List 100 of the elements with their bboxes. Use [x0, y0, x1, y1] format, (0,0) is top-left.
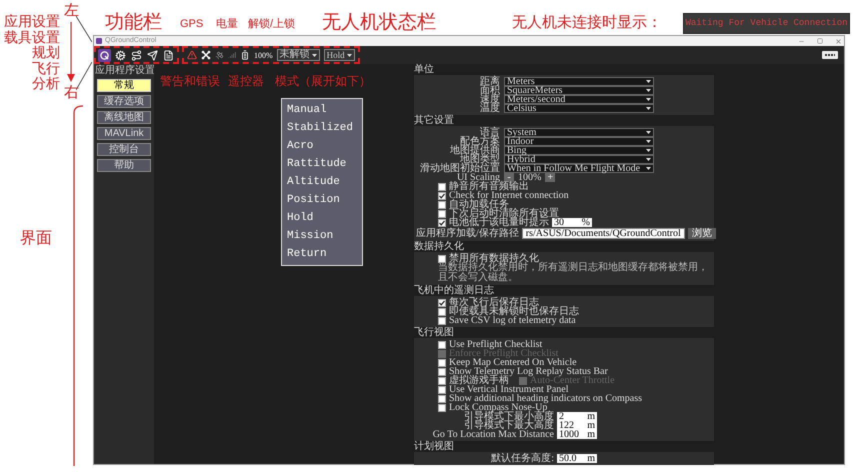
input-field[interactable]: rs/ASUS/Documents/QGroundControl — [522, 228, 685, 239]
satellite-icon[interactable] — [215, 50, 224, 60]
logo-icon — [822, 51, 838, 59]
signal-icon[interactable] — [228, 51, 236, 59]
checkbox[interactable] — [438, 200, 446, 208]
sidebar-item[interactable]: 控制台 — [97, 143, 151, 156]
battery-level: 100% — [254, 50, 273, 60]
checkbox[interactable] — [438, 182, 446, 190]
setting-label: 引导模式下最大高度 — [464, 421, 554, 430]
maximize-icon[interactable] — [817, 38, 823, 44]
menu-item[interactable]: Position — [282, 191, 362, 209]
menu-item[interactable]: Rattitude — [282, 155, 362, 173]
setting-label: 语言 — [480, 128, 500, 137]
warning-icon[interactable] — [187, 50, 197, 60]
annotation-text: 模式（展开如下） — [275, 74, 371, 88]
dropdown[interactable]: Meters/second — [504, 95, 654, 104]
status-message: Waiting For Vehicle Connection — [683, 13, 850, 34]
input-field[interactable]: 122 m — [557, 421, 597, 430]
sidebar-item[interactable]: 常规 — [97, 79, 151, 92]
setting-label: Lock Compass Nose-Up — [449, 403, 548, 412]
checkbox[interactable] — [438, 358, 446, 366]
browse-button[interactable]: 浏览 — [688, 228, 716, 239]
setting-label: 默认任务高度: — [490, 454, 554, 463]
caret-icon — [346, 54, 352, 56]
unit-label: m — [587, 430, 595, 439]
input-field[interactable]: 30 % — [552, 218, 592, 227]
toolbar-button[interactable] — [162, 48, 175, 62]
section-title: 飞行视图 — [414, 328, 455, 338]
setting-label: 地图类型 — [460, 155, 500, 164]
dropdown[interactable]: Meters — [504, 77, 654, 86]
annotation-text: 应用设置 — [4, 14, 60, 30]
setting-label: 自动加载任务 — [449, 200, 509, 209]
menu-item[interactable]: Mission — [282, 227, 362, 245]
menu-item[interactable]: Manual — [282, 101, 362, 119]
gears-icon — [115, 50, 126, 60]
scaling-value: 100% — [518, 173, 542, 182]
mode-dropdown[interactable]: Hold — [324, 49, 355, 61]
setting-label: Use Vertical Instrument Panel — [449, 385, 569, 394]
checkbox[interactable] — [438, 386, 446, 394]
caret-icon — [646, 80, 651, 83]
input-field[interactable]: 50.0 m — [557, 454, 597, 463]
annotation-text: 遥控器 — [228, 74, 264, 88]
battery-icon[interactable] — [240, 50, 250, 60]
annotation-text: 电量 — [216, 18, 238, 31]
caret-icon — [646, 98, 651, 101]
setting-label: Keep Map Centered On Vehicle — [449, 358, 577, 367]
dropdown[interactable]: When in Follow Me Flight Mode — [504, 164, 654, 173]
menu-item[interactable]: Stabilized — [282, 119, 362, 137]
section-title: 数据持久化 — [414, 242, 465, 252]
annotation-text: GPS — [180, 18, 204, 31]
increase-button[interactable]: + — [545, 173, 556, 182]
sidebar-item[interactable]: 离线地图 — [97, 111, 151, 124]
close-icon[interactable] — [835, 38, 842, 44]
checkbox[interactable] — [438, 218, 446, 226]
toolbar-button[interactable] — [146, 48, 159, 62]
menu-item[interactable]: Acro — [282, 137, 362, 155]
checkbox[interactable] — [438, 298, 446, 306]
toolbar-button[interactable] — [130, 48, 143, 62]
unit-label: m — [587, 421, 595, 430]
annotation-text: 无人机未连接时显示： — [512, 14, 662, 32]
setting-label: 温度 — [479, 104, 500, 113]
checkbox[interactable] — [438, 254, 446, 262]
section-title: 单位 — [414, 65, 435, 75]
input-field[interactable]: 2 m — [557, 412, 597, 421]
dropdown[interactable]: SquareMeters — [504, 86, 654, 95]
checkbox[interactable] — [438, 210, 446, 218]
sidebar-item[interactable]: 帮助 — [97, 159, 151, 172]
setting-label: 配色方案 — [460, 137, 500, 146]
checkbox[interactable] — [438, 404, 446, 412]
toolbar-button[interactable] — [98, 48, 111, 62]
setting-label: 速度 — [479, 95, 500, 104]
setting-label: 滑动地图初始位置 — [419, 164, 500, 173]
caret-icon — [646, 149, 651, 152]
checkbox[interactable] — [438, 308, 446, 316]
unit-label: % — [582, 218, 590, 227]
menu-item[interactable]: Return — [282, 245, 362, 263]
checkbox[interactable] — [438, 192, 446, 200]
dropdown[interactable]: Bing — [504, 146, 654, 155]
dropdown[interactable]: Indoor — [504, 137, 654, 146]
dropdown[interactable]: System — [504, 128, 654, 137]
arming-dropdown[interactable]: 未解锁 — [276, 49, 320, 61]
sidebar-item[interactable]: 缓存选项 — [97, 95, 151, 108]
drone-icon[interactable] — [201, 50, 211, 60]
setting-label: 距离 — [479, 77, 500, 86]
checkbox[interactable] — [438, 376, 446, 384]
dropdown[interactable]: Celsius — [504, 104, 654, 113]
menu-item[interactable]: Altitude — [282, 173, 362, 191]
checkbox[interactable] — [438, 316, 446, 324]
checkbox[interactable] — [438, 340, 446, 348]
input-field[interactable]: 1000 m — [557, 430, 597, 439]
toolbar-button[interactable] — [114, 48, 127, 62]
annotation-text: 警告和错误 — [160, 74, 220, 88]
caret-icon — [312, 54, 317, 56]
checkbox[interactable] — [438, 368, 446, 376]
menu-item[interactable]: Hold — [282, 209, 362, 227]
checkbox[interactable] — [438, 394, 446, 402]
sidebar-item[interactable]: MAVLink — [97, 127, 151, 140]
section-title: 飞机中的遥测日志 — [414, 286, 495, 296]
decrease-button[interactable]: - — [504, 173, 514, 182]
dropdown[interactable]: Hybrid — [504, 155, 654, 164]
